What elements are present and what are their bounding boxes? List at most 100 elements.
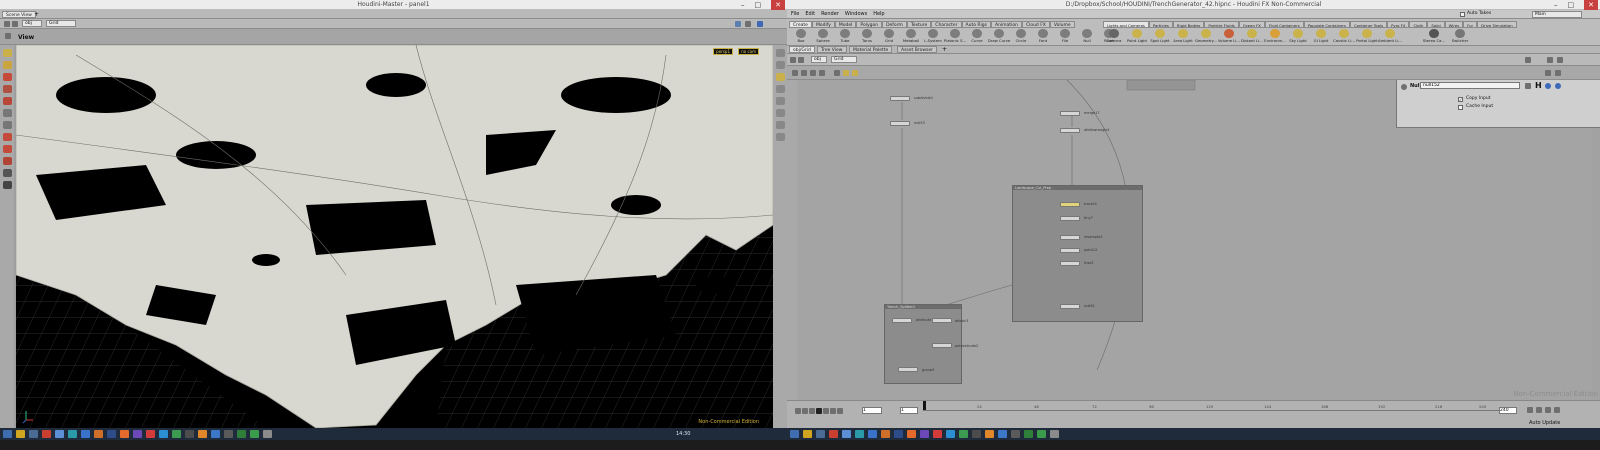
- normals-icon[interactable]: [775, 121, 785, 129]
- tool-volume-light[interactable]: Volume Li...: [1218, 29, 1240, 43]
- auto-takes-checkbox[interactable]: [1460, 12, 1465, 17]
- pin-icon[interactable]: [1547, 57, 1553, 63]
- pose-tool-icon[interactable]: [2, 109, 12, 117]
- step-back-icon[interactable]: [802, 408, 808, 414]
- path-context[interactable]: obj: [811, 56, 827, 63]
- app-icon[interactable]: [263, 430, 272, 438]
- shelf-tab[interactable]: Animation: [990, 21, 1022, 28]
- rotate-tool-icon[interactable]: [2, 85, 12, 93]
- shelf-tab[interactable]: Polygon: [856, 21, 883, 28]
- step-forward-icon[interactable]: [830, 408, 836, 414]
- camera-tool-icon[interactable]: [2, 169, 12, 177]
- zoom-icon[interactable]: [1557, 57, 1563, 63]
- houdini-icon[interactable]: [829, 430, 838, 438]
- shelf-tab[interactable]: Lights and Cameras: [1103, 21, 1149, 28]
- network-editor[interactable]: Landscape_Cut_Prep Trench_Splitter2 subd…: [797, 80, 1592, 400]
- info-icon[interactable]: [1545, 83, 1551, 89]
- scale-tool-icon[interactable]: [2, 97, 12, 105]
- path-context[interactable]: obj: [22, 20, 42, 27]
- app-icon[interactable]: [1050, 430, 1059, 438]
- tool-distant-light[interactable]: Distant Li...: [1241, 29, 1263, 43]
- app-icon[interactable]: [1037, 430, 1046, 438]
- tool-caustic-light[interactable]: Caustic Li...: [1333, 29, 1355, 43]
- app-icon[interactable]: [211, 430, 220, 438]
- display-flag-icon[interactable]: [852, 70, 858, 76]
- light-icon[interactable]: [775, 73, 785, 81]
- camera-icon[interactable]: [775, 133, 785, 141]
- app-icon[interactable]: [1024, 430, 1033, 438]
- shelf-tab[interactable]: Drive Simulation: [1477, 21, 1517, 28]
- display-toggle-icon[interactable]: [775, 49, 785, 57]
- houdini-h-icon[interactable]: H: [1535, 81, 1542, 90]
- shelf-tab[interactable]: Particles: [1148, 21, 1173, 28]
- vlc-icon[interactable]: [985, 430, 994, 438]
- playhead[interactable]: [923, 401, 926, 410]
- app-icon[interactable]: [972, 430, 981, 438]
- app-icon[interactable]: [250, 430, 259, 438]
- network-node-selected[interactable]: [1060, 202, 1080, 207]
- tree-toggle-icon[interactable]: [792, 70, 798, 76]
- maximize-button[interactable]: □: [755, 0, 762, 10]
- tool-switcher[interactable]: Switcher: [1449, 29, 1471, 43]
- move-tool-icon[interactable]: [2, 61, 12, 69]
- app-icon[interactable]: [816, 430, 825, 438]
- shelf-tab[interactable]: Fur: [1463, 21, 1478, 28]
- shelf-tab[interactable]: Deform: [882, 21, 907, 28]
- app-icon[interactable]: [120, 430, 129, 438]
- tool-stereo-camera[interactable]: Stereo Ca...: [1423, 29, 1445, 43]
- shelf-tab[interactable]: Fluid Containers: [1264, 21, 1304, 28]
- auto-update-label[interactable]: Auto Update: [1529, 420, 1560, 426]
- shelf-tab[interactable]: Modify: [811, 21, 835, 28]
- app-icon[interactable]: [881, 430, 890, 438]
- tab-material-palette[interactable]: Material Palette: [849, 46, 893, 53]
- app-icon[interactable]: [998, 430, 1007, 438]
- handle-tool-icon[interactable]: [2, 73, 12, 81]
- help-icon[interactable]: [757, 21, 763, 27]
- network-node[interactable]: [890, 121, 910, 126]
- current-frame-field[interactable]: [900, 407, 918, 414]
- app-icon[interactable]: [959, 430, 968, 438]
- minimize-button[interactable]: –: [741, 0, 745, 10]
- tool-box[interactable]: Box: [790, 29, 812, 43]
- network-node[interactable]: [1060, 261, 1080, 266]
- tool-gi-light[interactable]: GI Light: [1310, 29, 1332, 43]
- app-icon[interactable]: [68, 430, 77, 438]
- tool-point-light[interactable]: Point Light: [1126, 29, 1148, 43]
- path-node[interactable]: Grid: [831, 56, 857, 63]
- network-node[interactable]: [1060, 304, 1080, 309]
- wireframe-icon[interactable]: [775, 61, 785, 69]
- network-node[interactable]: [1060, 216, 1080, 221]
- tool-lsystem[interactable]: L-System: [922, 29, 944, 43]
- start-button-icon[interactable]: [790, 430, 799, 438]
- shelf-tab[interactable]: Cloth: [1409, 21, 1428, 28]
- app-icon[interactable]: [907, 430, 916, 438]
- app-icon[interactable]: [933, 430, 942, 438]
- add-tab-icon[interactable]: +: [34, 11, 39, 18]
- audio-icon[interactable]: [1536, 407, 1542, 413]
- app-icon[interactable]: [185, 430, 194, 438]
- dropdown-icon[interactable]: [1525, 57, 1531, 63]
- close-button[interactable]: ✕: [1584, 0, 1598, 10]
- select-tool-icon[interactable]: [2, 49, 12, 57]
- app-icon[interactable]: [855, 430, 864, 438]
- tool-geometry-light[interactable]: Geometry...: [1195, 29, 1217, 43]
- houdini-icon[interactable]: [42, 430, 51, 438]
- app-icon[interactable]: [224, 430, 233, 438]
- shelf-tab[interactable]: Volume: [1049, 21, 1075, 28]
- link-icon[interactable]: [745, 21, 751, 27]
- app-icon[interactable]: [842, 430, 851, 438]
- shelf-tab[interactable]: Texture: [906, 21, 932, 28]
- taskbar-clock[interactable]: 14:30: [676, 431, 690, 437]
- home-icon[interactable]: [1545, 70, 1551, 76]
- app-icon[interactable]: [1011, 430, 1020, 438]
- node-name-field[interactable]: [1420, 82, 1520, 89]
- frame-icon[interactable]: [1555, 70, 1561, 76]
- menu-help[interactable]: Help: [873, 11, 884, 17]
- back-arrow-icon[interactable]: [790, 57, 796, 63]
- network-node[interactable]: [1060, 111, 1080, 116]
- tool-spot-light[interactable]: Spot Light: [1149, 29, 1171, 43]
- tool-metaball[interactable]: Metaball: [900, 29, 922, 43]
- shelf-tab[interactable]: Solid: [1427, 21, 1445, 28]
- app-icon[interactable]: [868, 430, 877, 438]
- snap-tool-icon[interactable]: [2, 133, 12, 141]
